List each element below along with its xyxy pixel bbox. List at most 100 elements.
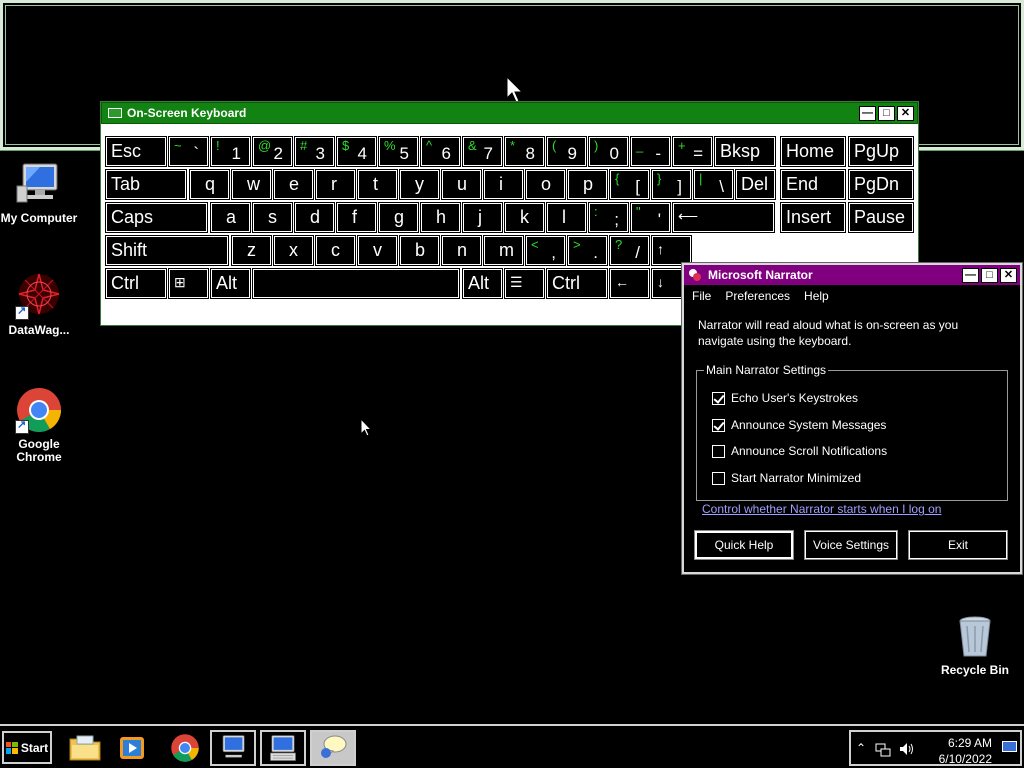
taskbar-on-screen-keyboard[interactable] xyxy=(260,730,306,766)
close-button[interactable]: ✕ xyxy=(897,105,914,121)
key-j[interactable]: j xyxy=(462,202,503,233)
option-announce-scroll-notifications[interactable]: Announce Scroll Notifications xyxy=(712,444,887,458)
key-n[interactable]: n xyxy=(441,235,482,266)
key-end[interactable]: End xyxy=(780,169,846,200)
narrator-title-bar[interactable]: Microsoft Narrator — □ ✕ xyxy=(684,265,1020,285)
key-arrow-left[interactable]: ← xyxy=(609,268,650,299)
key-u[interactable]: u xyxy=(441,169,482,200)
key-5D[interactable]: }] xyxy=(651,169,692,200)
key-v[interactable]: v xyxy=(357,235,398,266)
desktop-icon-recycle-bin[interactable]: Recycle Bin xyxy=(936,612,1014,677)
key-1[interactable]: ! 1 xyxy=(210,136,251,167)
key-2[interactable]: @2 xyxy=(252,136,293,167)
taskbar-chrome[interactable] xyxy=(162,730,208,766)
menu-preferences[interactable]: Preferences xyxy=(725,289,790,303)
key--[interactable]: _ - xyxy=(630,136,671,167)
exit-button[interactable]: Exit xyxy=(908,530,1008,560)
key-9[interactable]: (9 xyxy=(546,136,587,167)
key-f[interactable]: f xyxy=(336,202,377,233)
menu-file[interactable]: File xyxy=(692,289,711,303)
key-z[interactable]: z xyxy=(231,235,272,266)
key-i[interactable]: i xyxy=(483,169,524,200)
key-a[interactable]: a xyxy=(210,202,251,233)
option-announce-system-messages[interactable]: Announce System Messages xyxy=(712,418,886,432)
key-space[interactable] xyxy=(252,268,460,299)
desktop-icon-google-chrome[interactable]: Google Chrome xyxy=(0,386,78,464)
taskbar-media-player[interactable] xyxy=(110,730,156,766)
key-delete[interactable]: Del xyxy=(735,169,776,200)
key-e[interactable]: e xyxy=(273,169,314,200)
key-s[interactable]: s xyxy=(252,202,293,233)
key-3D[interactable]: + = xyxy=(672,136,713,167)
key-8[interactable]: * 8 xyxy=(504,136,545,167)
menu-help[interactable]: Help xyxy=(804,289,829,303)
key-backspace[interactable]: Bksp xyxy=(714,136,776,167)
key-7[interactable]: & 7 xyxy=(462,136,503,167)
key-60[interactable]: ~ ` xyxy=(168,136,209,167)
maximize-button[interactable]: □ xyxy=(981,267,998,283)
desktop-icon-my-computer[interactable]: My Computer xyxy=(0,160,78,225)
taskbar-narrator[interactable] xyxy=(310,730,356,766)
maximize-button[interactable]: □ xyxy=(878,105,895,121)
key-esc[interactable]: Esc xyxy=(105,136,167,167)
key-q[interactable]: q xyxy=(189,169,230,200)
key-p[interactable]: p xyxy=(567,169,608,200)
key-g[interactable]: g xyxy=(378,202,419,233)
key-menu[interactable]: ☰ xyxy=(504,268,545,299)
key-arrow-up[interactable]: ↑ xyxy=(651,235,692,266)
key-y[interactable]: y xyxy=(399,169,440,200)
key-r[interactable]: r xyxy=(315,169,356,200)
key-m[interactable]: m xyxy=(483,235,524,266)
key-'[interactable]: " ' xyxy=(630,202,671,233)
key-o[interactable]: o xyxy=(525,169,566,200)
minimize-button[interactable]: — xyxy=(962,267,979,283)
show-hidden-icons-chevron-icon[interactable]: ⌃ xyxy=(856,741,866,755)
quick-help-button[interactable]: Quick Help xyxy=(694,530,794,560)
checkbox[interactable] xyxy=(712,471,725,485)
key-0[interactable]: ) 0 xyxy=(588,136,629,167)
voice-settings-button[interactable]: Voice Settings xyxy=(804,530,898,560)
minimize-button[interactable]: — xyxy=(859,105,876,121)
network-icon[interactable] xyxy=(875,743,891,757)
key-3B[interactable]: :; xyxy=(588,202,629,233)
desktop-icon-datawag[interactable]: DataWag... xyxy=(0,272,78,337)
key-6[interactable]: ^ 6 xyxy=(420,136,461,167)
key-d[interactable]: d xyxy=(294,202,335,233)
key-w[interactable]: w xyxy=(231,169,272,200)
key-pause[interactable]: Pause xyxy=(848,202,914,233)
volume-icon[interactable] xyxy=(899,742,915,756)
key-windows[interactable]: ⊞ xyxy=(168,268,209,299)
key-alt[interactable]: Alt xyxy=(210,268,251,299)
show-desktop-icon[interactable] xyxy=(1002,741,1017,752)
key-b[interactable]: b xyxy=(399,235,440,266)
checkbox[interactable] xyxy=(712,418,725,432)
close-button[interactable]: ✕ xyxy=(1000,267,1017,283)
key-home[interactable]: Home xyxy=(780,136,846,167)
key-t[interactable]: t xyxy=(357,169,398,200)
key-l[interactable]: l xyxy=(546,202,587,233)
key-page-up[interactable]: PgUp xyxy=(848,136,914,167)
key-ctrl[interactable]: Ctrl xyxy=(105,268,167,299)
checkbox[interactable] xyxy=(712,391,725,405)
key-insert[interactable]: Insert xyxy=(780,202,846,233)
key-caps-lock[interactable]: Caps xyxy=(105,202,208,233)
key-page-down[interactable]: PgDn xyxy=(848,169,914,200)
option-echo-keystrokes[interactable]: Echo User's Keystrokes xyxy=(712,391,858,405)
start-button[interactable]: Start xyxy=(2,731,52,764)
key-4[interactable]: $4 xyxy=(336,136,377,167)
key-ctrl[interactable]: Ctrl xyxy=(546,268,608,299)
osk-title-bar[interactable]: On-Screen Keyboard — □ ✕ xyxy=(101,102,918,124)
key-5C[interactable]: | \ xyxy=(693,169,734,200)
option-start-minimized[interactable]: Start Narrator Minimized xyxy=(712,471,861,485)
key-c[interactable]: c xyxy=(315,235,356,266)
key-k[interactable]: k xyxy=(504,202,545,233)
taskbar-computer[interactable] xyxy=(210,730,256,766)
taskbar-file-explorer[interactable] xyxy=(62,730,108,766)
key-shift[interactable]: Shift xyxy=(105,235,229,266)
key-2F[interactable]: ? / xyxy=(609,235,650,266)
key-5B[interactable]: {[ xyxy=(609,169,650,200)
key-5[interactable]: % 5 xyxy=(378,136,419,167)
key-alt[interactable]: Alt xyxy=(462,268,503,299)
key-enter[interactable]: ⟵ xyxy=(672,202,775,233)
key-tab[interactable]: Tab xyxy=(105,169,187,200)
